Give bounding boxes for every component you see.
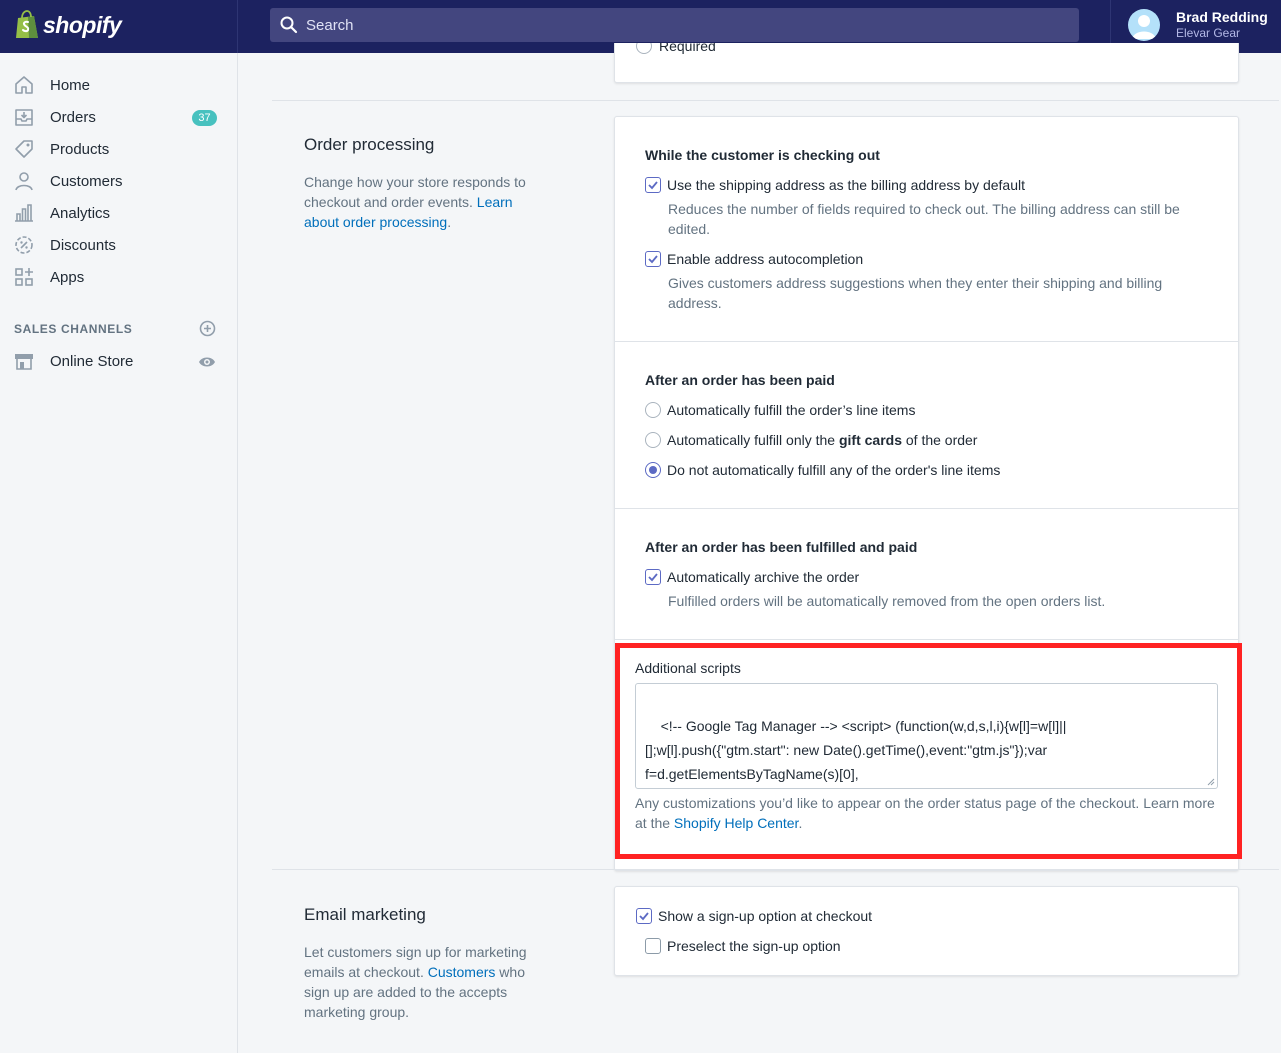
store-name: Elevar Gear <box>1176 26 1241 40</box>
avatar[interactable] <box>1128 9 1160 41</box>
option-label: Automatically fulfill the order’s line i… <box>667 402 916 418</box>
shopify-help-center-link[interactable]: Shopify Help Center <box>674 815 799 831</box>
section-divider <box>272 869 1279 870</box>
additional-scripts-label: Additional scripts <box>635 660 741 676</box>
sidebar-item-label: Discounts <box>50 237 116 254</box>
option-label: Do not automatically fulfill any of the … <box>667 462 1001 478</box>
fulfill-gift-cards-radio[interactable] <box>645 432 661 448</box>
option-label: Show a sign-up option at checkout <box>658 908 873 924</box>
bar-chart-icon <box>15 204 33 222</box>
additional-scripts-textarea[interactable]: <!-- Google Tag Manager --> <script> (fu… <box>635 683 1218 789</box>
resize-handle-icon[interactable] <box>1207 778 1215 786</box>
search-bar[interactable]: Search <box>270 8 1079 42</box>
label-text: of the order <box>901 432 978 448</box>
sidebar-item-label: Home <box>50 77 91 94</box>
auto-archive-checkbox[interactable] <box>645 569 661 585</box>
check-icon <box>648 573 658 582</box>
label-bold-text: gift cards <box>838 432 902 448</box>
sidebar-item-label: Online Store <box>50 353 134 370</box>
sales-channels-title: SALES CHANNELS <box>14 322 133 336</box>
user-name[interactable]: Brad Redding <box>1176 9 1268 25</box>
option-help-text: Gives customers address suggestions when… <box>668 275 1163 311</box>
section-title-email-marketing: Email marketing <box>304 905 426 924</box>
textarea-content: <!-- Google Tag Manager --> <script> (fu… <box>645 718 1067 782</box>
card-section-divider <box>615 341 1238 342</box>
shopify-bag-icon <box>16 10 38 38</box>
section-description: Let customers sign up for marketing emai… <box>304 942 544 1022</box>
shipping-as-billing-checkbox[interactable] <box>645 177 661 193</box>
sidebar-item-products[interactable]: Products <box>0 133 237 165</box>
main-content: Required Order processing Change how you… <box>238 43 1281 1053</box>
option-label: Enable address autocompletion <box>667 251 864 267</box>
help-suffix: . <box>798 815 803 831</box>
description-suffix: . <box>447 214 452 230</box>
preselect-signup-checkbox[interactable] <box>645 938 661 954</box>
option-label: Use the shipping address as the billing … <box>667 177 1025 193</box>
person-icon <box>15 172 33 191</box>
home-icon <box>15 76 33 94</box>
email-marketing-card: Show a sign-up option at checkout Presel… <box>614 886 1239 976</box>
search-placeholder: Search <box>306 17 354 34</box>
sidebar-item-customers[interactable]: Customers <box>0 165 237 197</box>
card-section-divider <box>615 639 1238 640</box>
sidebar-item-analytics[interactable]: Analytics <box>0 197 237 229</box>
orders-icon <box>15 109 33 126</box>
check-icon <box>648 255 658 264</box>
option-label: Preselect the sign-up option <box>667 938 841 954</box>
check-icon <box>648 181 658 190</box>
discount-icon <box>15 236 33 254</box>
customers-link[interactable]: Customers <box>428 964 496 980</box>
apps-icon <box>15 268 33 286</box>
sidebar-item-apps[interactable]: Apps <box>0 261 237 293</box>
fulfill-all-radio[interactable] <box>645 402 661 418</box>
previous-card-fragment: Required <box>614 43 1239 83</box>
sidebar-item-orders[interactable]: Orders 37 <box>0 101 237 133</box>
checkout-heading: While the customer is checking out <box>645 147 880 163</box>
label-text: Automatically fulfill only the <box>667 432 839 448</box>
section-title-order-processing: Order processing <box>304 135 435 154</box>
sidebar-item-label: Orders <box>50 109 96 126</box>
store-icon <box>15 354 33 370</box>
address-autocompletion-checkbox[interactable] <box>645 251 661 267</box>
sidebar-item-label: Analytics <box>50 205 111 222</box>
required-radio[interactable] <box>636 43 652 54</box>
orders-count-badge: 37 <box>192 110 217 126</box>
tag-icon <box>15 140 33 158</box>
option-help-text: Fulfilled orders will be automatically r… <box>668 593 1106 609</box>
paid-heading: After an order has been paid <box>645 372 835 388</box>
section-description: Change how your store responds to checko… <box>304 172 544 232</box>
section-divider <box>272 100 1279 101</box>
brand[interactable]: shopify <box>0 0 238 53</box>
signup-checkbox[interactable] <box>636 908 652 924</box>
option-help-text: Reduces the number of fields required to… <box>668 201 1180 237</box>
eye-icon[interactable] <box>198 353 216 371</box>
option-label: Automatically archive the order <box>667 569 860 585</box>
fulfilled-heading: After an order has been fulfilled and pa… <box>645 539 918 555</box>
sidebar-item-label: Apps <box>50 269 85 286</box>
no-auto-fulfill-radio[interactable] <box>645 462 661 478</box>
sidebar-item-label: Customers <box>50 173 123 190</box>
option-label: Automatically fulfill only the gift card… <box>667 432 977 448</box>
additional-scripts-help: Any customizations you’d like to appear … <box>635 793 1215 833</box>
user-avatar-icon <box>1132 15 1156 39</box>
sidebar-item-discounts[interactable]: Discounts <box>0 229 237 261</box>
search-icon <box>280 16 298 34</box>
sidebar: Home Orders 37 Products Customers Analyt… <box>0 53 238 1053</box>
brand-wordmark: shopify <box>43 12 122 38</box>
sidebar-item-home[interactable]: Home <box>0 69 237 101</box>
card-section-divider <box>615 508 1238 509</box>
check-icon <box>639 912 649 921</box>
required-label: Required <box>659 43 716 54</box>
add-channel-icon[interactable] <box>199 320 216 337</box>
sidebar-item-label: Products <box>50 141 110 158</box>
